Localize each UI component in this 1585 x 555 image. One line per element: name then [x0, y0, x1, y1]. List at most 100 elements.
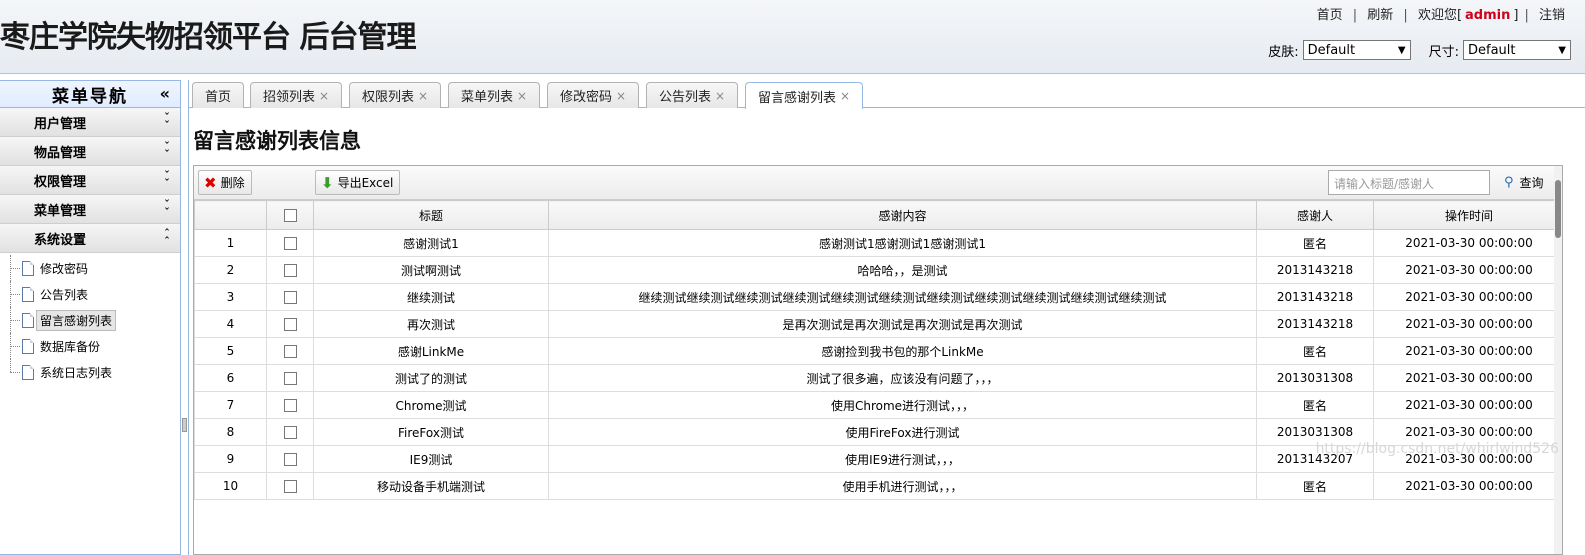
row-checkbox-cell — [266, 310, 314, 338]
tab-label: 菜单列表 — [461, 90, 514, 105]
sidebar-item-thanks[interactable]: 留言感谢列表 — [0, 307, 180, 333]
row-checkbox[interactable] — [283, 318, 297, 331]
row-checkbox[interactable] — [283, 399, 297, 412]
skin-select[interactable]: Default ▼ — [1302, 40, 1411, 60]
table-row[interactable]: 3 继续测试 继续测试继续测试继续测试继续测试继续测试继续测试继续测试继续测试继续测… — [194, 283, 1562, 311]
splitter-grip[interactable] — [182, 418, 187, 432]
close-icon[interactable]: × — [840, 89, 850, 103]
tab-label: 权限列表 — [362, 90, 415, 105]
row-checkbox[interactable] — [283, 453, 297, 466]
double-chevron-up-icon: ˆˆ — [164, 227, 170, 248]
table-row[interactable]: 2 测试啊测试 哈哈哈，，是测试 2013143218 2021-03-30 00:00… — [194, 256, 1562, 284]
layout-splitter[interactable] — [181, 80, 189, 555]
sidebar-item-label: 留言感谢列表 — [36, 309, 117, 331]
row-index: 7 — [194, 391, 267, 419]
query-button[interactable]: ⚲ 查询 — [1504, 174, 1544, 191]
tab-change-password[interactable]: 修改密码 × — [547, 82, 640, 108]
scrollbar-thumb[interactable] — [1555, 180, 1561, 238]
row-content: 使用FireFox进行测试 — [548, 418, 1257, 446]
row-thanker: 2013143218 — [1256, 256, 1374, 284]
row-title: 再次测试 — [313, 310, 549, 338]
col-check-header — [266, 200, 314, 230]
row-time: 2021-03-30 00:00:00 — [1373, 256, 1562, 284]
row-time: 2021-03-30 00:00:00 — [1373, 364, 1562, 392]
row-checkbox-cell — [266, 364, 314, 392]
tab-label: 首页 — [205, 90, 232, 105]
close-icon[interactable]: × — [418, 89, 428, 103]
export-excel-button[interactable]: ⬇ 导出Excel — [315, 170, 401, 195]
logout-link[interactable]: 注销 — [1539, 8, 1565, 23]
col-thanker-header[interactable]: 感谢人 — [1256, 200, 1374, 230]
row-checkbox-cell — [266, 391, 314, 419]
row-index: 9 — [194, 445, 267, 473]
menu-group-permissions[interactable]: 权限管理 ˇˇ — [0, 166, 180, 195]
close-icon[interactable]: × — [616, 89, 626, 103]
file-icon — [22, 260, 34, 276]
row-checkbox[interactable] — [283, 480, 297, 493]
row-content: 感谢测试1感谢测试1感谢测试1 — [548, 229, 1257, 257]
menu-group-items[interactable]: 物品管理 ˇˇ — [0, 137, 180, 166]
tab-menus[interactable]: 菜单列表 × — [448, 82, 541, 108]
username: admin — [1465, 8, 1511, 23]
skin-label: 皮肤: — [1268, 44, 1299, 60]
search-input[interactable]: 请输入标题/感谢人 — [1328, 170, 1490, 195]
query-label: 查询 — [1519, 176, 1544, 190]
row-thanker: 2013143218 — [1256, 310, 1374, 338]
row-index: 10 — [194, 472, 267, 500]
row-checkbox[interactable] — [283, 345, 297, 358]
tab-claims[interactable]: 招领列表 × — [250, 82, 343, 108]
table-row[interactable]: 1 感谢测试1 感谢测试1感谢测试1感谢测试1 匿名 2021-03-30 00:00:… — [194, 229, 1562, 257]
close-icon[interactable]: × — [715, 89, 725, 103]
row-index: 2 — [194, 256, 267, 284]
sidebar-title: 菜单导航 — [52, 86, 128, 107]
size-select[interactable]: Default ▼ — [1463, 40, 1571, 60]
row-index: 8 — [194, 418, 267, 446]
vertical-scrollbar[interactable] — [1554, 166, 1562, 554]
sidebar-item-db-backup[interactable]: 数据库备份 — [0, 333, 180, 359]
table-row[interactable]: 10 移动设备手机端测试 使用手机进行测试，，， 匿名 2021-03-30 00:00… — [194, 472, 1562, 500]
col-content-header[interactable]: 感谢内容 — [548, 200, 1257, 230]
menu-group-system[interactable]: 系统设置 ˆˆ — [0, 224, 180, 253]
row-time: 2021-03-30 00:00:00 — [1373, 283, 1562, 311]
row-thanker: 匿名 — [1256, 472, 1374, 500]
col-time-header[interactable]: 操作时间 — [1373, 200, 1562, 230]
watermark: https://blog.csdn.net/whirlwind526 — [1315, 441, 1559, 457]
table-row[interactable]: 5 感谢LinkMe 感谢捡到我书包的那个LinkMe 匿名 2021-03-30 00… — [194, 337, 1562, 365]
sidebar-item-announcements[interactable]: 公告列表 — [0, 281, 180, 307]
table-body: 1 感谢测试1 感谢测试1感谢测试1感谢测试1 匿名 2021-03-30 00:00:… — [194, 229, 1562, 500]
menu-group-menus[interactable]: 菜单管理 ˇˇ — [0, 195, 180, 224]
row-thanker: 匿名 — [1256, 391, 1374, 419]
select-all-checkbox[interactable] — [283, 209, 297, 222]
tab-label: 留言感谢列表 — [758, 90, 837, 106]
table-row[interactable]: 6 测试了的测试 测试了很多遍，应该没有问题了，，， 2013031308 2021-0… — [194, 364, 1562, 392]
collapse-icon[interactable]: « — [160, 84, 172, 103]
tab-announcements[interactable]: 公告列表 × — [646, 82, 739, 108]
row-checkbox[interactable] — [283, 237, 297, 250]
row-checkbox[interactable] — [283, 372, 297, 385]
row-checkbox-cell — [266, 445, 314, 473]
table-row[interactable]: 4 再次测试 是再次测试是再次测试是再次测试是再次测试 2013143218 2021-… — [194, 310, 1562, 338]
row-checkbox[interactable] — [283, 264, 297, 277]
menu-group-users[interactable]: 用户管理 ˇˇ — [0, 108, 180, 137]
row-checkbox[interactable] — [283, 426, 297, 439]
sidebar-item-system-log[interactable]: 系统日志列表 — [0, 359, 180, 385]
tab-permissions[interactable]: 权限列表 × — [349, 82, 442, 108]
sidebar-item-change-password[interactable]: 修改密码 — [0, 255, 180, 281]
app-title: 枣庄学院失物招领平台 后台管理 — [0, 20, 416, 55]
table-row[interactable]: 7 Chrome测试 使用Chrome进行测试，，， 匿名 2021-03-30 00:… — [194, 391, 1562, 419]
delete-button[interactable]: ✖ 删除 — [198, 170, 252, 195]
home-link[interactable]: 首页 — [1317, 8, 1343, 23]
menu-group-label: 权限管理 — [34, 174, 87, 190]
delete-x-icon: ✖ — [204, 173, 217, 192]
close-icon[interactable]: × — [517, 89, 527, 103]
col-title-header[interactable]: 标题 — [313, 200, 549, 230]
row-title: Chrome测试 — [313, 391, 549, 419]
close-icon[interactable]: × — [319, 89, 329, 103]
row-checkbox[interactable] — [283, 291, 297, 304]
double-chevron-down-icon: ˇˇ — [164, 140, 170, 161]
menu-group-label: 用户管理 — [34, 116, 87, 132]
tab-thanks[interactable]: 留言感谢列表 × — [745, 82, 864, 109]
row-checkbox-cell — [266, 337, 314, 365]
refresh-link[interactable]: 刷新 — [1367, 8, 1393, 23]
tab-home[interactable]: 首页 — [192, 82, 245, 108]
